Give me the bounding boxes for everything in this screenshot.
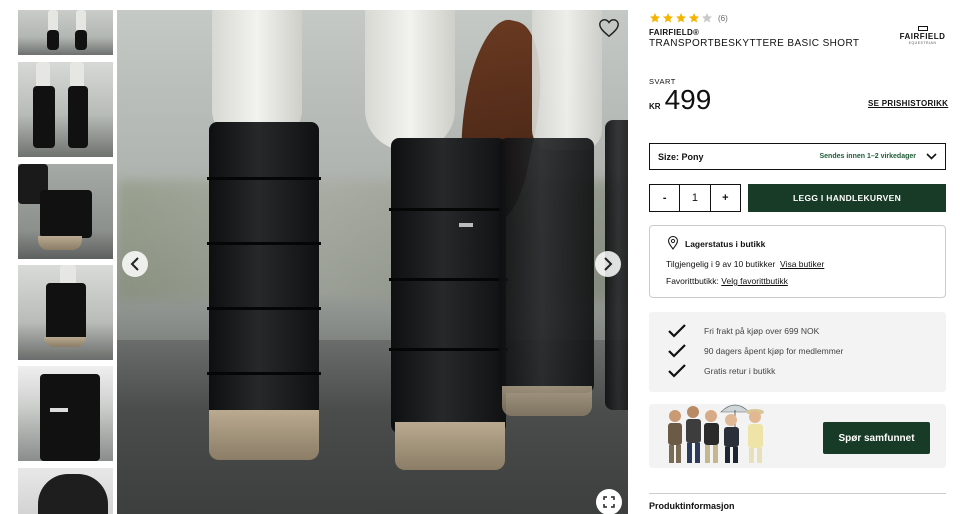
currency: KR: [649, 102, 661, 111]
chevron-down-icon: [926, 153, 937, 160]
ask-community-button[interactable]: Spør samfunnet: [823, 422, 930, 454]
usp-list: Fri frakt på kjøp over 699 NOK 90 dagers…: [649, 312, 946, 392]
product-main-image: [117, 10, 628, 514]
product-rating[interactable]: (6): [649, 12, 728, 24]
brand-logo: FAIRFIELD EQUESTRIAN: [899, 26, 946, 45]
product-name: TRANSPORTBESKYTTERE BASIC SHORT: [649, 38, 860, 49]
shipping-note: Sendes innen 1–2 virkedager: [819, 153, 917, 160]
star-icon: [689, 13, 699, 23]
thumbnail-2[interactable]: [18, 62, 113, 157]
stock-title: Lagerstatus i butikk: [685, 239, 766, 249]
store-stock-box: Lagerstatus i butikk Tilgjengelig i 9 av…: [649, 225, 946, 298]
usp-item: Fri frakt på kjøp over 699 NOK: [668, 324, 819, 338]
quantity-stepper: - 1 +: [649, 184, 741, 212]
product-brand: FAIRFIELD®: [649, 28, 700, 37]
checkmark-icon: [668, 364, 686, 378]
community-illustration: [668, 404, 764, 463]
add-to-cart-button[interactable]: LEGG I HANDLEKURVEN: [748, 184, 946, 212]
favorite-store: Favorittbutikk: Velg favorittbutikk: [666, 276, 788, 286]
thumbnail-6[interactable]: [18, 468, 113, 514]
thumbnail-4[interactable]: [18, 265, 113, 360]
divider: [649, 493, 946, 494]
price-amount: 499: [664, 84, 712, 115]
thumbnail-3[interactable]: [18, 164, 113, 259]
checkmark-icon: [668, 324, 686, 338]
product-info-heading[interactable]: Produktinformasjon: [649, 501, 735, 511]
qty-decrease-button[interactable]: -: [650, 185, 679, 211]
gallery-prev-button[interactable]: [122, 251, 148, 277]
stock-availability: Tilgjengelig i 9 av 10 butikker Visa but…: [666, 259, 825, 269]
price-history-link[interactable]: SE PRISHISTORIKK: [868, 99, 948, 108]
thumbnail-1[interactable]: [18, 10, 113, 55]
checkmark-icon: [668, 344, 686, 358]
chevron-right-icon: [604, 257, 613, 271]
price: KR 499: [649, 84, 711, 116]
star-icon: [676, 13, 686, 23]
fullscreen-button[interactable]: [596, 489, 622, 514]
favorite-button[interactable]: [598, 17, 620, 39]
thumbnail-5[interactable]: [18, 366, 113, 461]
review-count: (6): [718, 13, 728, 23]
show-stores-link[interactable]: Visa butiker: [780, 259, 824, 269]
location-pin-icon: [667, 236, 679, 250]
community-banner: Spør samfunnet: [649, 404, 946, 468]
usp-item: 90 dagers åpent kjøp for medlemmer: [668, 344, 843, 358]
qty-input[interactable]: 1: [679, 185, 711, 211]
size-select[interactable]: Size: Pony Sendes innen 1–2 virkedager: [649, 143, 946, 170]
star-icon: [650, 13, 660, 23]
star-icon: [702, 13, 712, 23]
gallery-next-button[interactable]: [595, 251, 621, 277]
heart-icon: [599, 19, 619, 38]
chevron-left-icon: [130, 257, 139, 271]
expand-icon: [603, 496, 615, 508]
usp-item: Gratis retur i butikk: [668, 364, 775, 378]
choose-favorite-store-link[interactable]: Velg favorittbutikk: [721, 276, 788, 286]
size-label: Size: Pony: [658, 151, 704, 162]
star-icon: [663, 13, 673, 23]
qty-increase-button[interactable]: +: [711, 185, 740, 211]
